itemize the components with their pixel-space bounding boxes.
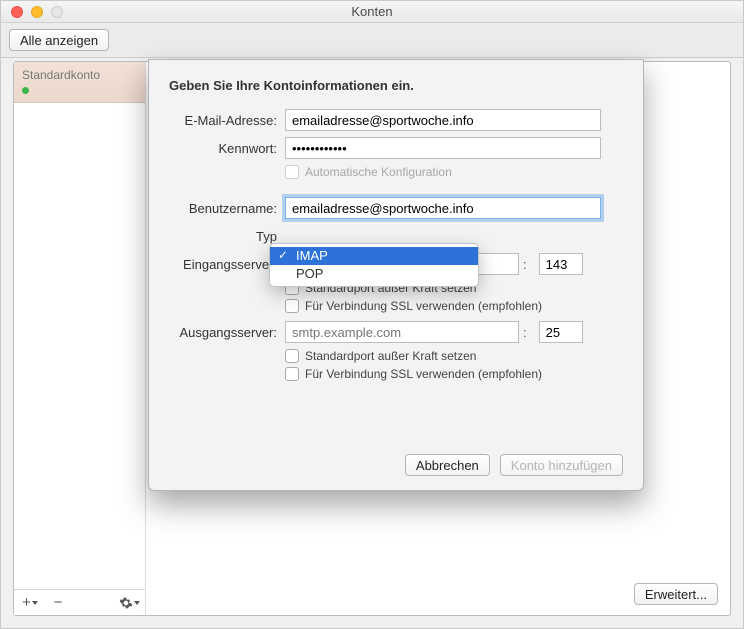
close-icon[interactable]	[11, 6, 23, 18]
port-separator: :	[519, 325, 531, 340]
port-separator: :	[519, 257, 531, 272]
gear-icon	[119, 596, 133, 610]
incoming-port-field[interactable]	[539, 253, 583, 275]
type-option-imap[interactable]: IMAP	[270, 247, 478, 265]
show-all-button[interactable]: Alle anzeigen	[9, 29, 109, 51]
accounts-sidebar: Standardkonto + −	[14, 62, 146, 615]
checkbox-icon	[285, 165, 299, 179]
add-account-button: Konto hinzufügen	[500, 454, 623, 476]
outgoing-ssl-checkbox[interactable]: Für Verbindung SSL verwenden (empfohlen)	[285, 367, 623, 381]
checkbox-icon	[285, 349, 299, 363]
checkbox-icon	[285, 299, 299, 313]
type-option-pop[interactable]: POP	[270, 265, 478, 283]
account-row-label: Standardkonto	[22, 68, 100, 82]
type-label: Typ	[169, 229, 285, 244]
sheet-heading: Geben Sie Ihre Kontoinformationen ein.	[169, 78, 623, 93]
add-account-button[interactable]: +	[18, 593, 42, 613]
username-field[interactable]	[285, 197, 601, 219]
outgoing-port-field[interactable]	[539, 321, 583, 343]
password-label: Kennwort:	[169, 141, 285, 156]
email-label: E-Mail-Adresse:	[169, 113, 285, 128]
status-dot-icon	[22, 87, 29, 94]
cancel-button[interactable]: Abbrechen	[405, 454, 490, 476]
auto-config-checkbox: Automatische Konfiguration	[285, 165, 623, 179]
sheet-buttons: Abbrechen Konto hinzufügen	[405, 454, 623, 476]
outgoing-server-field[interactable]	[285, 321, 519, 343]
username-label: Benutzername:	[169, 201, 285, 216]
remove-account-button[interactable]: −	[46, 593, 70, 613]
account-row-default[interactable]: Standardkonto	[14, 62, 145, 103]
gear-button[interactable]	[117, 593, 141, 613]
toolbar: Alle anzeigen	[1, 23, 743, 58]
type-dropdown[interactable]: IMAP POP	[269, 243, 479, 287]
zoom-icon	[51, 6, 63, 18]
sidebar-toolbar: + −	[14, 589, 145, 615]
window-title: Konten	[1, 4, 743, 19]
outgoing-label: Ausgangsserver:	[169, 325, 285, 340]
checkbox-icon	[285, 367, 299, 381]
incoming-ssl-checkbox[interactable]: Für Verbindung SSL verwenden (empfohlen)	[285, 299, 623, 313]
incoming-label: Eingangsserver:	[169, 257, 285, 272]
chevron-down-icon	[32, 601, 38, 605]
advanced-button[interactable]: Erweitert...	[634, 583, 718, 605]
email-field[interactable]	[285, 109, 601, 131]
chevron-down-icon	[134, 601, 140, 605]
traffic-lights	[1, 6, 63, 18]
password-field[interactable]	[285, 137, 601, 159]
minimize-icon[interactable]	[31, 6, 43, 18]
outgoing-override-port-checkbox[interactable]: Standardport außer Kraft setzen	[285, 349, 623, 363]
titlebar: Konten	[1, 1, 743, 23]
